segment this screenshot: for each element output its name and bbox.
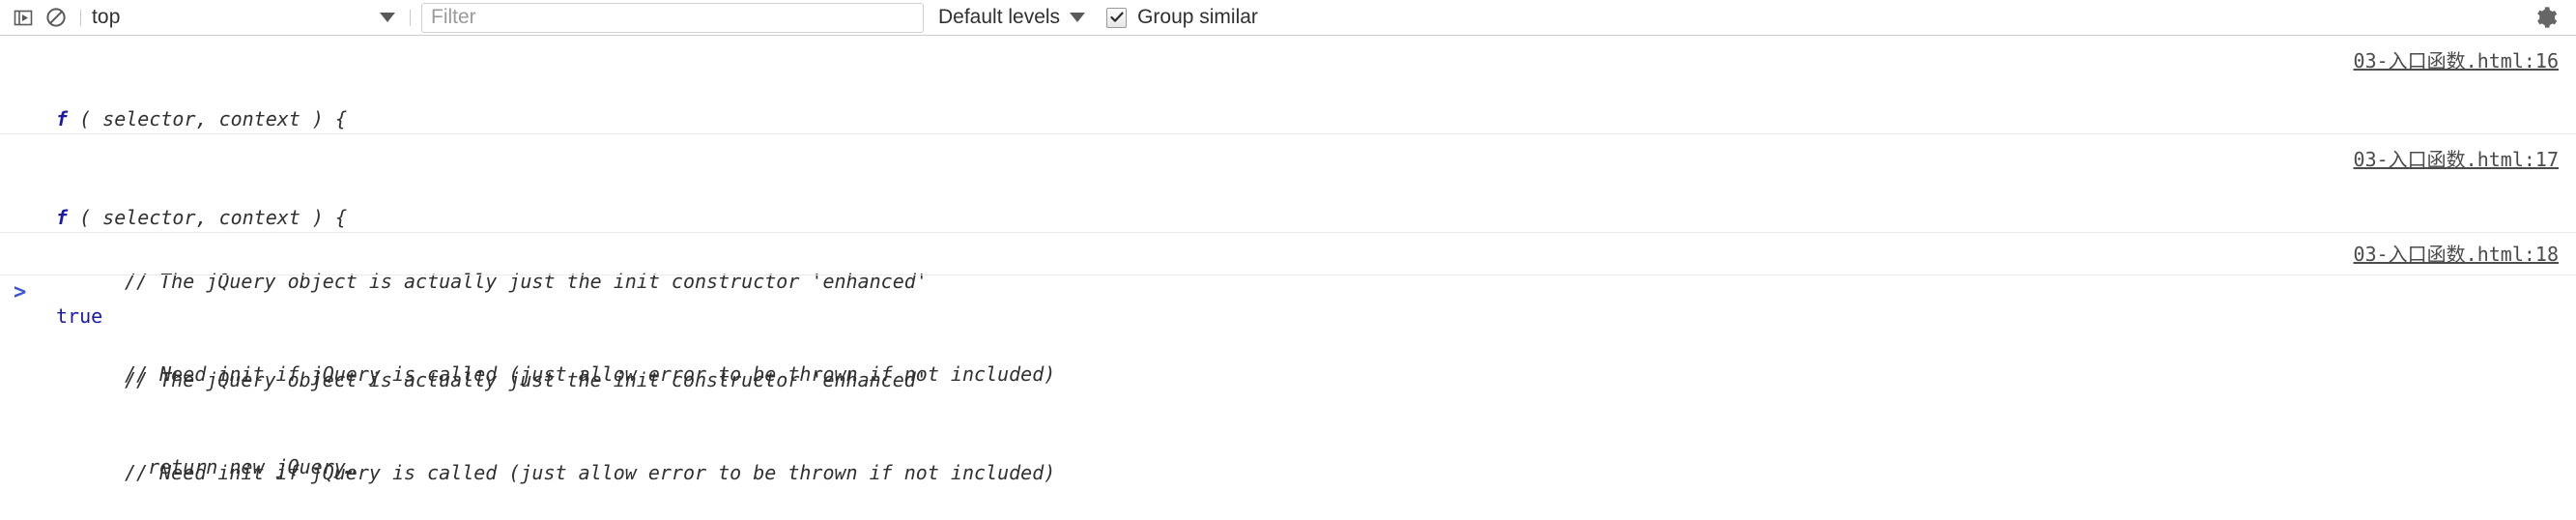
console-message-row[interactable]: f ( selector, context ) { // The jQuery … [0, 36, 2576, 478]
console-message-row[interactable]: f ( selector, context ) { // The jQuery … [0, 134, 2576, 484]
group-similar-toggle[interactable]: Group similar [1106, 5, 1258, 30]
function-body-line: // Need init if jQuery is called (just a… [125, 461, 1056, 484]
gear-icon[interactable] [2530, 3, 2562, 32]
function-signature-line[interactable]: f ( selector, context ) { [23, 202, 2576, 233]
console-message-content: true [0, 239, 2576, 393]
frame-selector-icon[interactable] [10, 5, 37, 30]
toolbar-divider-2 [410, 9, 411, 26]
function-glyph: f [56, 107, 69, 130]
function-signature-text: ( selector, context ) { [68, 107, 348, 130]
devtools-console-panel: top Default levels Group similar [0, 0, 2576, 520]
group-similar-checkbox[interactable] [1106, 7, 1128, 28]
execution-context-label: top [92, 6, 121, 28]
filter-input[interactable] [421, 2, 924, 33]
function-signature-line[interactable]: f ( selector, context ) { [23, 103, 2576, 134]
console-message-row[interactable]: true 03-入口函数.html:18 [0, 233, 2576, 328]
log-levels-label: Default levels [938, 6, 1061, 28]
console-toolbar: top Default levels Group similar [0, 0, 2576, 36]
log-levels-selector[interactable]: Default levels [938, 5, 1086, 30]
function-glyph: f [56, 206, 69, 229]
chevron-down-icon [1070, 13, 1086, 22]
function-signature-text: ( selector, context ) { [68, 206, 348, 229]
console-messages: f ( selector, context ) { // The jQuery … [0, 36, 2576, 520]
execution-context-selector[interactable]: top [92, 5, 399, 30]
chevron-down-icon [380, 13, 395, 22]
source-link[interactable]: 03-入口函数.html:18 [2354, 239, 2559, 267]
source-link[interactable]: 03-入口函数.html:17 [2354, 144, 2559, 172]
group-similar-label: Group similar [1137, 6, 1258, 28]
source-link[interactable]: 03-入口函数.html:16 [2354, 45, 2559, 73]
clear-console-icon[interactable] [43, 5, 70, 30]
boolean-value: true [56, 304, 103, 328]
toolbar-divider-1 [80, 9, 81, 26]
